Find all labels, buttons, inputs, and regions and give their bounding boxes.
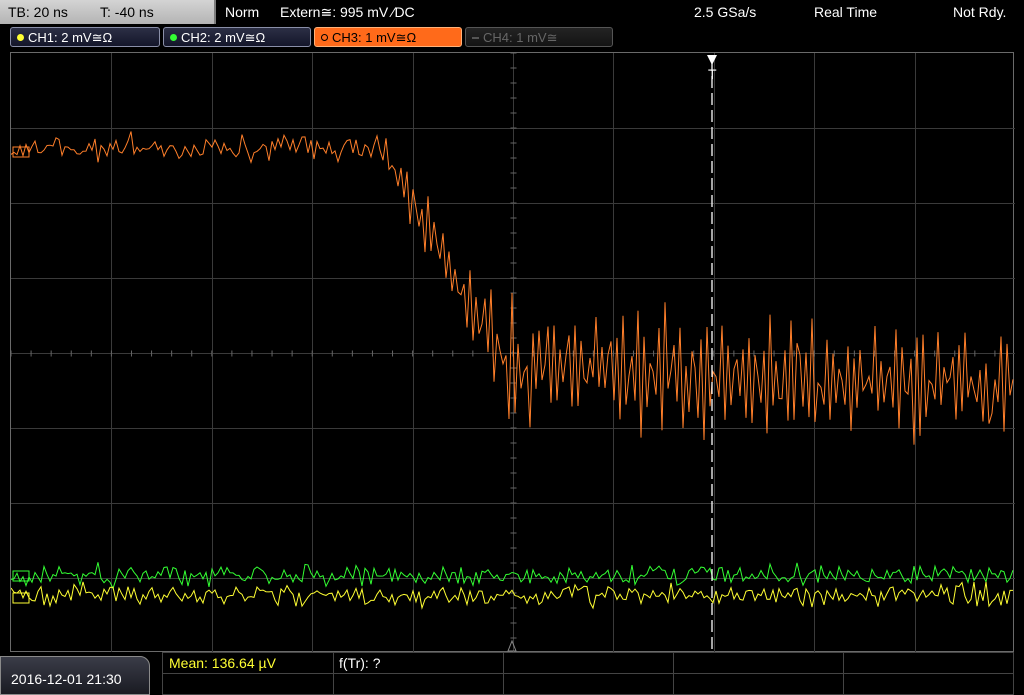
trigger-mode[interactable]: Norm bbox=[225, 4, 259, 20]
channel-tab-ch1[interactable]: CH1: 2 mV≅Ω bbox=[10, 27, 160, 47]
status-bar: TB: 20 ns T: -40 ns Norm Extern≅: 995 mV… bbox=[0, 0, 1024, 24]
ch1-ref-marker[interactable] bbox=[12, 592, 30, 604]
channel-tab-ch3[interactable]: CH3: 1 mV≅Ω bbox=[314, 27, 462, 47]
ch3-dot-icon bbox=[321, 34, 328, 41]
measurement-divider bbox=[503, 653, 504, 694]
measurement-panel[interactable]: Mean: 136.64 µV f(Tr): ? bbox=[162, 652, 1014, 695]
ch2-label: CH2: 2 mV≅Ω bbox=[181, 30, 266, 45]
datetime-label: 2016-12-01 21:30 bbox=[0, 656, 150, 695]
mean-measurement: Mean: 136.64 µV bbox=[169, 655, 276, 671]
waveform-svg: T bbox=[11, 53, 1015, 653]
center-marker-icon bbox=[507, 639, 517, 652]
bottom-bar: 2016-12-01 21:30 Mean: 136.64 µV f(Tr): … bbox=[0, 652, 1024, 695]
ch2-dot-icon bbox=[170, 34, 177, 41]
measurement-divider bbox=[333, 653, 334, 694]
measurement-divider bbox=[843, 653, 844, 694]
timebase-label: TB: 20 ns bbox=[8, 4, 68, 20]
trigger-arrow-icon[interactable] bbox=[707, 55, 717, 65]
ch1-label: CH1: 2 mV≅Ω bbox=[28, 30, 113, 45]
measurement-divider bbox=[673, 653, 674, 694]
sample-rate: 2.5 GSa/s bbox=[694, 4, 757, 20]
channel-tabs: CH1: 2 mV≅Ω CH2: 2 mV≅Ω CH3: 1 mV≅Ω CH4:… bbox=[0, 24, 1024, 50]
channel-tab-ch4[interactable]: CH4: 1 mV≅ bbox=[465, 27, 613, 47]
channel-tab-ch2[interactable]: CH2: 2 mV≅Ω bbox=[163, 27, 311, 47]
graticule bbox=[11, 53, 1015, 653]
trigger-time-label: T: -40 ns bbox=[100, 4, 154, 20]
ch2-trace bbox=[11, 562, 1014, 590]
waveform-display[interactable]: T bbox=[10, 52, 1015, 653]
timebase-box[interactable]: TB: 20 ns T: -40 ns bbox=[0, 0, 216, 24]
trigger-marker: T bbox=[708, 66, 717, 82]
ch4-dash-icon bbox=[472, 37, 479, 39]
ch3-label: CH3: 1 mV≅Ω bbox=[332, 30, 417, 45]
acquisition-state: Not Rdy. bbox=[953, 4, 1007, 20]
trigger-source[interactable]: Extern≅: 995 mV ∕DC bbox=[280, 4, 415, 21]
ch1-dot-icon bbox=[17, 34, 24, 41]
ch4-label: CH4: 1 mV≅ bbox=[483, 30, 558, 45]
ch1-trace bbox=[11, 581, 1013, 610]
acquisition-mode: Real Time bbox=[814, 4, 878, 20]
ftr-measurement: f(Tr): ? bbox=[339, 655, 381, 671]
measurement-divider bbox=[163, 673, 1013, 674]
